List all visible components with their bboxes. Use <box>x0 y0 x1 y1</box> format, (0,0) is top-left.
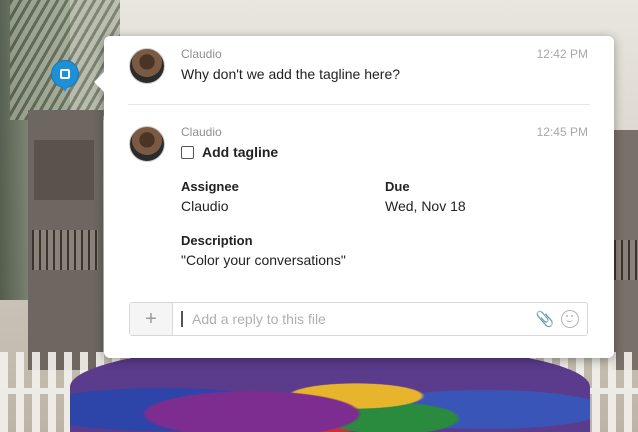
due-label: Due <box>385 179 410 194</box>
comment-pin-icon[interactable] <box>51 60 79 94</box>
comment-panel: Claudio 12:42 PM Why don't we add the ta… <box>94 36 614 358</box>
assignee-value[interactable]: Claudio <box>181 198 228 214</box>
description-value: "Color your conversations" <box>181 252 346 268</box>
comment-timestamp: 12:42 PM <box>536 47 588 61</box>
comment-item: Claudio 12:42 PM Why don't we add the ta… <box>104 44 614 104</box>
task-comment-item: Claudio 12:45 PM Add tagline Assignee Cl… <box>104 122 614 272</box>
task-row: Add tagline <box>181 144 278 160</box>
avatar[interactable] <box>129 126 165 162</box>
comment-timestamp: 12:45 PM <box>536 125 588 139</box>
comment-message: Why don't we add the tagline here? <box>181 66 401 82</box>
task-title: Add tagline <box>202 144 279 160</box>
comment-author: Claudio <box>181 47 222 61</box>
panel-pointer <box>94 72 104 92</box>
smiley-icon[interactable] <box>561 310 579 328</box>
building-balcony <box>614 240 638 280</box>
reply-bar: + 📎 <box>129 302 588 336</box>
task-checkbox[interactable] <box>181 145 194 159</box>
avatar[interactable] <box>129 48 165 84</box>
building-left <box>28 110 103 370</box>
pin-tail <box>60 83 70 92</box>
assignee-label: Assignee <box>181 179 239 194</box>
plus-icon[interactable]: + <box>130 303 173 335</box>
due-date-value[interactable]: Wed, Nov 18 <box>385 198 466 214</box>
building-right <box>612 130 638 370</box>
description-label: Description <box>181 233 253 248</box>
paperclip-icon[interactable]: 📎 <box>535 303 555 335</box>
comment-author: Claudio <box>181 125 222 139</box>
reply-input[interactable] <box>181 311 535 327</box>
building-window <box>34 140 94 200</box>
comment-divider <box>128 104 590 105</box>
building-balcony <box>32 230 98 270</box>
